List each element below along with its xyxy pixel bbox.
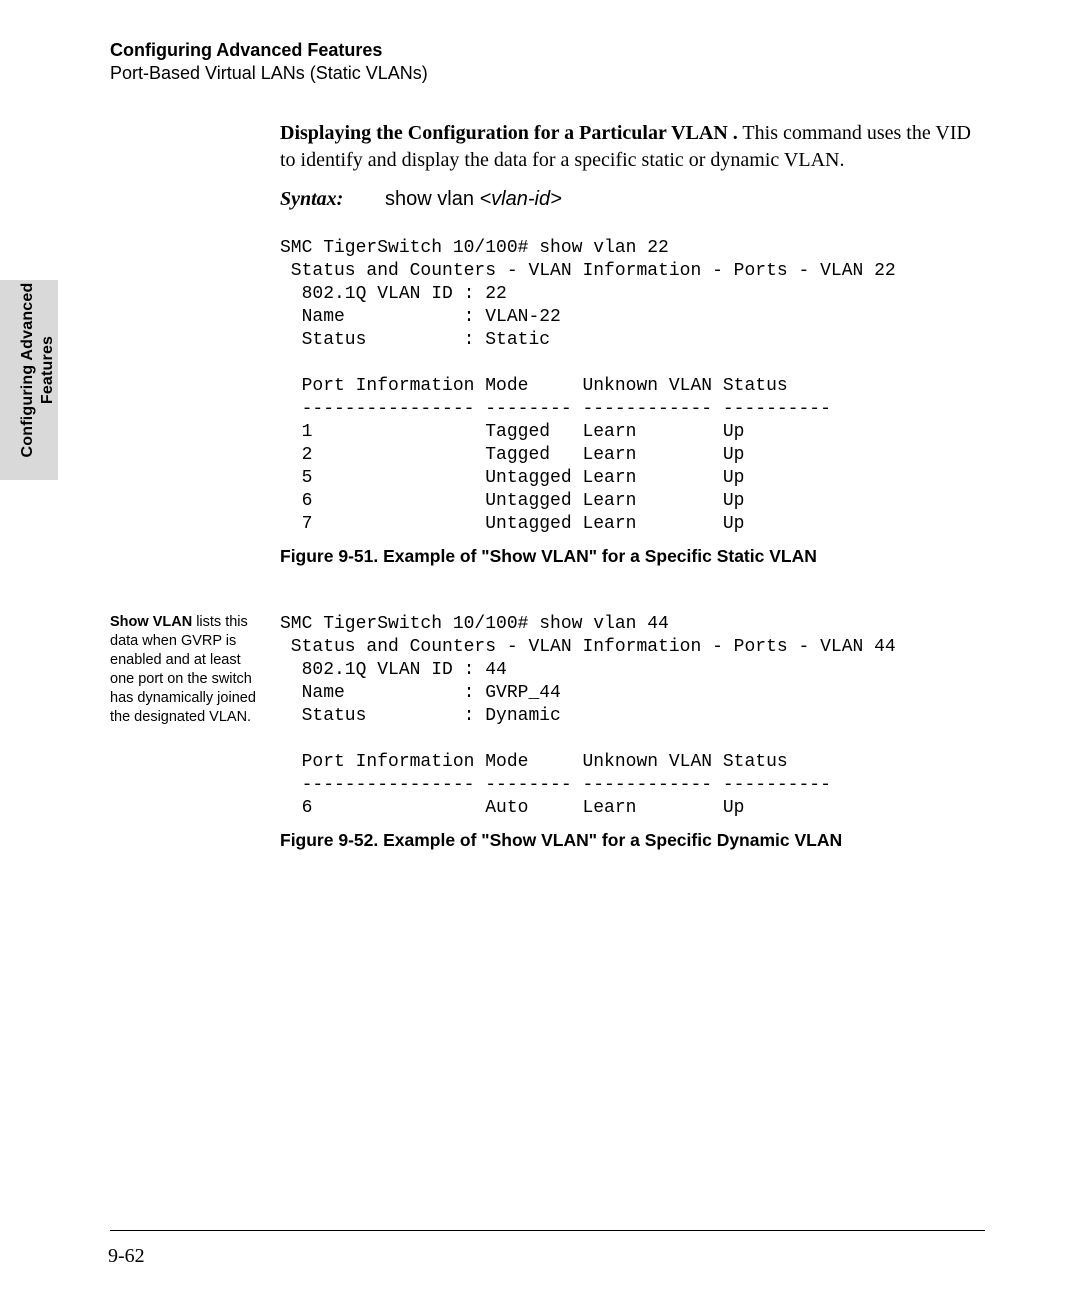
terminal-output-2: SMC TigerSwitch 10/100# show vlan 44 Sta… [280, 613, 985, 820]
syntax-cmd-prefix: show vlan [385, 188, 480, 210]
syntax-row: Syntax: show vlan <vlan-id> [280, 188, 985, 211]
header-title: Configuring Advanced Features [110, 40, 985, 61]
side-tab: Configuring Advanced Features [0, 280, 58, 480]
side-tab-label: Configuring Advanced Features [18, 270, 58, 470]
margin-note-bold: Show VLAN [110, 614, 192, 630]
figure-caption-2: Figure 9-52. Example of "Show VLAN" for … [280, 830, 985, 851]
figure2-block: Show VLAN lists this data when GVRP is e… [280, 613, 985, 851]
footer-rule [110, 1230, 985, 1231]
terminal-output-1: SMC TigerSwitch 10/100# show vlan 22 Sta… [280, 237, 985, 536]
intro-paragraph: Displaying the Configuration for a Parti… [280, 120, 985, 174]
body-column: Displaying the Configuration for a Parti… [280, 120, 985, 851]
syntax-label: Syntax: [280, 188, 380, 211]
margin-note-rest: lists this data when GVRP is enabled and… [110, 614, 256, 725]
figure-caption-1: Figure 9-51. Example of "Show VLAN" for … [280, 546, 985, 567]
page-number: 9-62 [108, 1245, 145, 1268]
syntax-cmd-arg: <vlan-id> [480, 188, 562, 210]
side-tab-line1: Configuring Advanced [19, 283, 36, 458]
header-subtitle: Port-Based Virtual LANs (Static VLANs) [110, 63, 985, 84]
margin-note: Show VLAN lists this data when GVRP is e… [110, 613, 260, 727]
intro-lead: Displaying the Configuration for a Parti… [280, 122, 738, 144]
page: Configuring Advanced Features Port-Based… [0, 0, 1080, 1296]
side-tab-line2: Features [39, 336, 56, 404]
syntax-command: show vlan <vlan-id> [385, 188, 562, 210]
